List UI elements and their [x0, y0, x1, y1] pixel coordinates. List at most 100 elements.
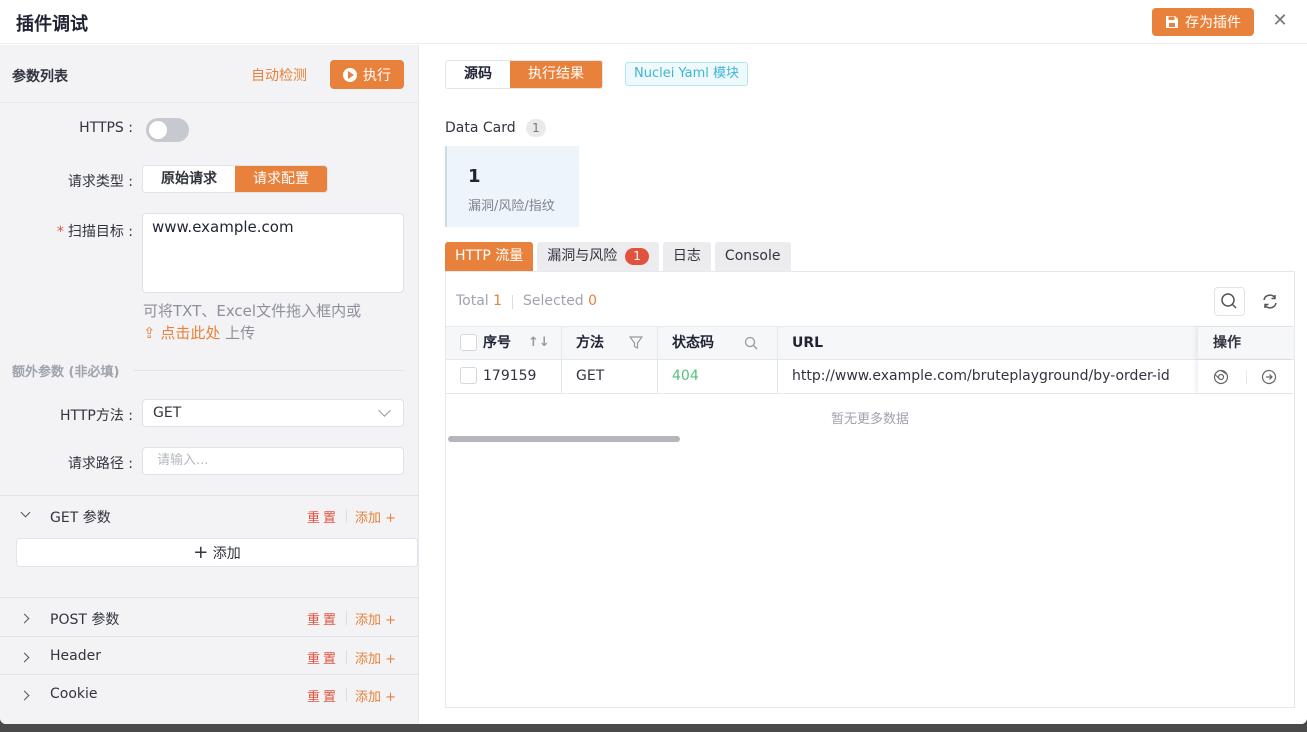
risk-count-badge: 1 — [625, 248, 649, 265]
auto-detect-link[interactable]: 自动检测 — [251, 65, 307, 85]
save-as-plugin-button[interactable]: 存为插件 — [1152, 8, 1254, 36]
chevron-right-icon[interactable] — [19, 613, 30, 624]
col-status-label: 状态码 — [672, 335, 714, 351]
tab-log[interactable]: 日志 — [662, 242, 711, 271]
scan-target-input[interactable]: www.example.com — [142, 213, 404, 293]
http-method-value: GET — [153, 405, 182, 421]
card-value: 1 — [468, 166, 481, 187]
close-icon[interactable]: ✕ — [1270, 11, 1290, 31]
params-panel: 参数列表 自动检测 执行 HTTPS : 请求类型 : 原始请求 请求配置 * 扫… — [0, 45, 419, 724]
tab-http-traffic[interactable]: HTTP 流量 — [445, 242, 534, 271]
reset-button[interactable]: 重置 — [307, 648, 339, 667]
total-count: Total 1 — [456, 293, 502, 309]
selected-value: 0 — [588, 293, 598, 309]
hint-suffix: 上传 — [225, 324, 256, 342]
request-type-config[interactable]: 请求配置 — [235, 166, 327, 192]
select-all-checkbox[interactable] — [460, 333, 477, 351]
param-list-label: 参数列表 — [12, 69, 68, 85]
upload-link-text: 点击此处 — [160, 324, 221, 342]
table-toolbar: Total 1 Selected 0 — [446, 272, 1294, 326]
tab-label: 漏洞与风险 — [547, 248, 618, 264]
https-label: HTTPS : — [79, 120, 133, 136]
refresh-button[interactable] — [1256, 287, 1284, 316]
selected-label: Selected — [523, 293, 584, 309]
selected-count: Selected 0 — [523, 293, 597, 309]
filter-icon[interactable] — [629, 336, 643, 350]
data-card[interactable]: 1 漏洞/风险/指纹 — [445, 146, 579, 227]
results-panel: 源码 执行结果 Nuclei Yaml 模块 Data Card 1 1 漏洞/… — [420, 45, 1307, 724]
col-method-label: 方法 — [576, 335, 604, 351]
required-star: * — [56, 224, 64, 240]
table-row[interactable]: 179159 GET 404 http://www.example.com/br… — [446, 360, 1294, 394]
data-card-label: Data Card — [445, 120, 516, 136]
divider — [1246, 370, 1247, 384]
row-checkbox[interactable] — [460, 366, 477, 384]
reset-button[interactable]: 重置 — [307, 609, 339, 628]
hint-text: 可将TXT、Excel文件拖入框内或 — [143, 302, 362, 320]
search-icon[interactable] — [744, 336, 759, 351]
sort-icon[interactable]: ↑↓ — [528, 327, 550, 359]
params-toolbar: 参数列表 自动检测 执行 — [0, 45, 418, 103]
upload-link[interactable]: ⇪ 点击此处 — [143, 324, 220, 342]
row-id-cell: 179159 — [446, 360, 562, 393]
add-param-row-button[interactable]: + 添加 — [16, 538, 418, 567]
browser-icon[interactable] — [1213, 369, 1229, 385]
https-toggle[interactable] — [146, 118, 189, 142]
col-status: 状态码 — [658, 327, 778, 359]
section-title[interactable]: Cookie — [50, 686, 98, 702]
divider — [346, 650, 347, 664]
search-icon — [1221, 293, 1237, 309]
tab-vuln-risk[interactable]: 漏洞与风险 1 — [537, 242, 659, 271]
horizontal-scrollbar[interactable] — [448, 436, 680, 442]
col-actions-label: 操作 — [1213, 335, 1241, 351]
upload-hint: 可将TXT、Excel文件拖入框内或 ⇪ 点击此处 上传 — [143, 300, 403, 344]
tab-console[interactable]: Console — [714, 242, 791, 271]
section-title[interactable]: Header — [50, 648, 101, 664]
execute-button[interactable]: 执行 — [330, 60, 404, 89]
extra-params-title: 额外参数 (非必填) — [12, 365, 120, 380]
reset-button[interactable]: 重置 — [307, 686, 339, 705]
col-actions: 操作 — [1198, 327, 1294, 359]
search-button[interactable] — [1214, 287, 1245, 316]
add-row-label: 添加 — [212, 546, 241, 562]
row-status: 404 — [658, 360, 778, 393]
plus-icon: + — [193, 542, 209, 563]
traffic-table-container: Total 1 Selected 0 序号 ↑↓ 方法 状态码 URL 操作 1… — [445, 271, 1295, 708]
table-header: 序号 ↑↓ 方法 状态码 URL 操作 — [446, 326, 1294, 360]
data-card-header: Data Card 1 — [445, 119, 546, 137]
divider — [346, 688, 347, 702]
chevron-down-icon[interactable] — [20, 507, 31, 518]
row-actions — [1198, 360, 1294, 393]
tab-result[interactable]: 执行结果 — [510, 61, 602, 88]
arrow-right-circle-icon[interactable] — [1261, 369, 1277, 385]
add-button[interactable]: 添加 + — [355, 648, 396, 667]
col-method: 方法 — [562, 327, 658, 359]
modal-title: 插件调试 — [16, 14, 88, 35]
tab-source[interactable]: 源码 — [446, 61, 510, 88]
add-button[interactable]: 添加 + — [355, 686, 396, 705]
chevron-right-icon[interactable] — [19, 690, 30, 701]
request-type-raw[interactable]: 原始请求 — [143, 166, 235, 192]
http-method-label: HTTP方法 : — [60, 408, 133, 424]
add-button[interactable]: 添加 + — [355, 609, 396, 628]
request-path-input[interactable]: 请输入... — [142, 447, 404, 475]
chevron-right-icon[interactable] — [19, 652, 30, 663]
nuclei-module-tag: Nuclei Yaml 模块 — [625, 62, 748, 86]
section-title[interactable]: POST 参数 — [50, 609, 119, 629]
reset-button[interactable]: 重置 — [307, 507, 339, 526]
section-title[interactable]: GET 参数 — [50, 507, 111, 527]
data-card-count: 1 — [526, 119, 546, 137]
modal-header: 插件调试 存为插件 ✕ — [0, 0, 1307, 44]
col-id: 序号 ↑↓ — [446, 327, 562, 359]
toggle-knob — [149, 121, 167, 139]
http-method-select[interactable]: GET — [142, 399, 404, 427]
divider — [346, 509, 347, 523]
chevron-down-icon — [378, 404, 391, 417]
post-params-section: POST 参数 重置 添加 + — [0, 597, 419, 636]
upload-icon: ⇪ — [143, 324, 156, 342]
add-button[interactable]: 添加 + — [355, 507, 396, 526]
row-method: GET — [562, 360, 658, 393]
request-type-segmented: 原始请求 请求配置 — [142, 165, 328, 193]
scan-target-label-text: 扫描目标 : — [67, 224, 133, 240]
plugin-debug-modal: 插件调试 存为插件 ✕ 参数列表 自动检测 执行 HTTPS : 请求类型 : … — [0, 0, 1307, 724]
